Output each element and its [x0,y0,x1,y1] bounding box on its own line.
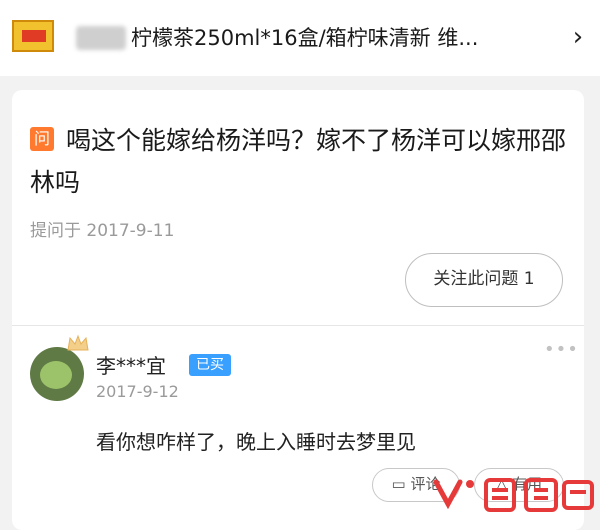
question-text: 喝这个能嫁给杨洋吗？嫁不了杨洋可以嫁邢邵林吗 [30,126,567,197]
more-options-icon[interactable]: ••• [544,341,578,359]
answer-text: 看你想咋样了，晚上入睡时去梦里见 [96,430,416,454]
crown-icon [67,334,89,351]
product-thumbnail [12,20,54,52]
watermark-logo [433,478,594,512]
divider [12,325,584,326]
chevron-right-icon[interactable]: › [566,22,590,52]
bought-badge: 已买 [189,354,231,376]
question-date: 提问于 2017-9-11 [30,221,175,241]
follow-question-button[interactable]: 关注此问题 1 [405,253,563,307]
product-title[interactable]: 柠檬茶250ml*16盒/箱柠味清新 维... [131,24,531,52]
answer-date: 2017-9-12 [96,382,179,401]
answer-username[interactable]: 李***宜 [96,350,166,379]
question-card: 问 喝这个能嫁给杨洋吗？嫁不了杨洋可以嫁邢邵林吗 提问于 2017-9-11 关… [12,90,584,530]
blurred-brand-name [76,26,126,50]
comment-icon: ▭ [391,475,406,493]
product-header-bar[interactable]: 柠檬茶250ml*16盒/箱柠味清新 维... › [0,0,600,76]
avatar[interactable] [30,347,84,401]
